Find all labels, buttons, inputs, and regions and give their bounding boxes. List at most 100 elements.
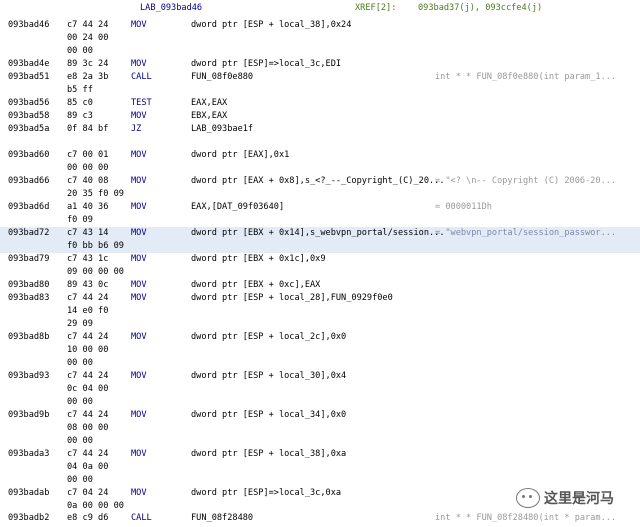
instruction-comment: = 0000011Dh bbox=[435, 202, 492, 212]
instruction-mnemonic: MOV bbox=[131, 280, 147, 290]
instruction-address: 093bad51 bbox=[8, 72, 50, 82]
instruction-row[interactable]: 093bad66 c7 40 08 MOV dword ptr [EAX + 0x8]… bbox=[0, 175, 640, 188]
instruction-row[interactable]: 093bad83 c7 44 24 MOV dword ptr [ESP + loca… bbox=[0, 292, 640, 305]
instruction-row[interactable]: 093bad60 c7 00 01 MOV dword ptr [EAX],0x1 bbox=[0, 149, 640, 162]
instruction-address: 093bad6d bbox=[8, 202, 50, 212]
instruction-row[interactable]: 093bad80 89 43 0c MOV dword ptr [EBX + 0xc]… bbox=[0, 279, 640, 292]
instruction-row[interactable]: 093bada3 c7 44 24 MOV dword ptr [ESP + loca… bbox=[0, 448, 640, 461]
instruction-row[interactable]: 093bad72 c7 43 14 MOV dword ptr [EBX + 0x14… bbox=[0, 227, 640, 240]
instruction-operands[interactable]: dword ptr [EBX + 0xc],EAX bbox=[191, 279, 320, 292]
instruction-mnemonic: MOV bbox=[131, 410, 147, 420]
instruction-row[interactable]: 093bad58 89 c3 MOV EBX,EAX bbox=[0, 110, 640, 123]
instruction-row-continuation[interactable]: 0c 04 00 bbox=[0, 383, 640, 396]
xref-value[interactable]: 093bad37(j), 093ccfe4(j) bbox=[418, 3, 542, 13]
instruction-operands[interactable]: LAB_093bae1f bbox=[191, 123, 253, 136]
instruction-row-continuation[interactable]: 10 00 00 bbox=[0, 344, 640, 357]
instruction-row-continuation[interactable]: 00 00 bbox=[0, 396, 640, 409]
instruction-operands[interactable]: FUN_08f0e880 bbox=[191, 71, 253, 84]
instruction-operands[interactable]: dword ptr [EBX + 0x1c],0x9 bbox=[191, 253, 326, 266]
instruction-operands[interactable]: EBX,EAX bbox=[191, 110, 227, 123]
instruction-operands[interactable]: dword ptr [ESP + local_38],0x24 bbox=[191, 19, 351, 32]
instruction-mnemonic: MOV bbox=[131, 371, 147, 381]
instruction-bytes: c7 44 24 bbox=[67, 332, 109, 342]
instruction-bytes: 00 00 00 bbox=[67, 163, 109, 173]
instruction-bytes: 04 0a 00 bbox=[67, 462, 109, 472]
instruction-bytes: a1 40 36 bbox=[67, 202, 109, 212]
instruction-row-continuation[interactable]: b5 ff bbox=[0, 84, 640, 97]
instruction-bytes: 29 09 bbox=[67, 319, 93, 329]
instruction-bytes: e8 c9 d6 bbox=[67, 513, 109, 523]
instruction-comment: int * * FUN_08f28480(int * param... bbox=[435, 513, 617, 523]
instruction-row-continuation[interactable]: 20 35 f0 09 bbox=[0, 188, 640, 201]
instruction-row[interactable]: 093bad93 c7 44 24 MOV dword ptr [ESP + loca… bbox=[0, 370, 640, 383]
instruction-operands[interactable]: EAX,[DAT_09f03640] bbox=[191, 201, 284, 214]
instruction-comment: = "<? \n-- Copyright (C) 2006-20... bbox=[435, 176, 617, 186]
instruction-address: 093bad4e bbox=[8, 59, 50, 69]
instruction-row-continuation[interactable]: 09 00 00 00 bbox=[0, 266, 640, 279]
instruction-bytes: 00 00 bbox=[67, 436, 93, 446]
instruction-address: 093badab bbox=[8, 488, 50, 498]
instruction-row[interactable]: 093bad79 c7 43 1c MOV dword ptr [EBX + 0x1c… bbox=[0, 253, 640, 266]
instruction-row-continuation[interactable]: f0 09 bbox=[0, 214, 640, 227]
instruction-row[interactable]: 093bad9b c7 44 24 MOV dword ptr [ESP + loca… bbox=[0, 409, 640, 422]
instruction-bytes: c7 43 14 bbox=[67, 228, 109, 238]
instruction-mnemonic: JZ bbox=[131, 124, 142, 134]
instruction-row-continuation[interactable]: 29 09 bbox=[0, 318, 640, 331]
instruction-mnemonic: MOV bbox=[131, 111, 147, 121]
instruction-operands[interactable]: dword ptr [ESP]=>local_3c,EDI bbox=[191, 58, 341, 71]
instruction-row[interactable]: 093bad51 e8 2a 3b CALL FUN_08f0e880 int * * … bbox=[0, 71, 640, 84]
instruction-bytes: f0 09 bbox=[67, 215, 93, 225]
instruction-mnemonic: MOV bbox=[131, 176, 147, 186]
instruction-row-continuation[interactable]: 00 24 00 bbox=[0, 32, 640, 45]
instruction-row[interactable]: 093bad6d a1 40 36 MOV EAX,[DAT_09f03640] = 0… bbox=[0, 201, 640, 214]
instruction-bytes: c7 44 24 bbox=[67, 410, 109, 420]
instruction-row[interactable]: 093bad4e 89 3c 24 MOV dword ptr [ESP]=>loca… bbox=[0, 58, 640, 71]
instruction-mnemonic: MOV bbox=[131, 254, 147, 264]
instruction-address: 093bad93 bbox=[8, 371, 50, 381]
instruction-row-continuation[interactable]: 14 e0 f0 bbox=[0, 305, 640, 318]
instruction-bytes: 00 00 bbox=[67, 397, 93, 407]
instruction-mnemonic: MOV bbox=[131, 228, 147, 238]
instruction-address: 093bad9b bbox=[8, 410, 50, 420]
instruction-bytes: b5 ff bbox=[67, 85, 93, 95]
instruction-bytes: c7 44 24 bbox=[67, 371, 109, 381]
instruction-operands[interactable]: dword ptr [EBX + 0x14],s_webvpn_portal/s… bbox=[191, 227, 445, 240]
instruction-bytes: 00 00 bbox=[67, 475, 93, 485]
instruction-mnemonic: MOV bbox=[131, 332, 147, 342]
instruction-operands[interactable]: dword ptr [EAX],0x1 bbox=[191, 149, 289, 162]
instruction-operands[interactable]: dword ptr [ESP + local_28],FUN_0929f0e0 bbox=[191, 292, 393, 305]
instruction-bytes: 89 c3 bbox=[67, 111, 93, 121]
instruction-operands[interactable]: dword ptr [ESP + local_30],0x4 bbox=[191, 370, 346, 383]
watermark-text: 这里是河马 bbox=[544, 491, 614, 507]
instruction-row[interactable]: 093badb2 e8 c9 d6 CALL FUN_08f28480 int * * … bbox=[0, 512, 640, 525]
instruction-operands[interactable]: FUN_08f28480 bbox=[191, 512, 253, 525]
instruction-bytes: c7 43 1c bbox=[67, 254, 109, 264]
instruction-row-continuation[interactable]: 08 00 00 bbox=[0, 422, 640, 435]
instruction-bytes: 10 00 00 bbox=[67, 345, 109, 355]
instruction-row-continuation[interactable]: 00 00 bbox=[0, 435, 640, 448]
instruction-operands[interactable]: dword ptr [ESP]=>local_3c,0xa bbox=[191, 487, 341, 500]
instruction-mnemonic: MOV bbox=[131, 20, 147, 30]
instruction-address: 093bad72 bbox=[8, 228, 50, 238]
instruction-operands[interactable]: dword ptr [ESP + local_34],0x0 bbox=[191, 409, 346, 422]
instruction-row[interactable]: 093bad46 c7 44 24 MOV dword ptr [ESP + loca… bbox=[0, 19, 640, 32]
instruction-operands[interactable]: dword ptr [ESP + local_2c],0x0 bbox=[191, 331, 346, 344]
code-label[interactable]: LAB_093bad46 bbox=[140, 3, 202, 13]
instruction-bytes: c7 44 24 bbox=[67, 449, 109, 459]
instruction-row[interactable]: 093bad8b c7 44 24 MOV dword ptr [ESP + loca… bbox=[0, 331, 640, 344]
instruction-row-continuation[interactable]: 00 00 bbox=[0, 45, 640, 58]
disassembly-listing: LAB_093bad46 XREF[2]: 093bad37(j), 093cc… bbox=[0, 0, 640, 527]
instruction-operands[interactable]: dword ptr [EAX + 0x8],s_<?_--_Copyright_… bbox=[191, 175, 445, 188]
instruction-bytes: 0c 04 00 bbox=[67, 384, 109, 394]
instruction-operands[interactable]: EAX,EAX bbox=[191, 97, 227, 110]
instruction-row-continuation[interactable]: f0 bb b6 09 bbox=[0, 240, 640, 253]
instruction-row[interactable]: 093bad5a 0f 84 bf JZ LAB_093bae1f bbox=[0, 123, 640, 136]
instruction-bytes: 89 43 0c bbox=[67, 280, 109, 290]
instruction-bytes: 00 00 bbox=[67, 46, 93, 56]
instruction-mnemonic: MOV bbox=[131, 202, 147, 212]
instruction-row-continuation[interactable]: 00 00 bbox=[0, 357, 640, 370]
instruction-row-continuation[interactable]: 04 0a 00 bbox=[0, 461, 640, 474]
instruction-row[interactable]: 093bad56 85 c0 TEST EAX,EAX bbox=[0, 97, 640, 110]
instruction-row-continuation[interactable]: 00 00 00 bbox=[0, 162, 640, 175]
instruction-operands[interactable]: dword ptr [ESP + local_38],0xa bbox=[191, 448, 346, 461]
